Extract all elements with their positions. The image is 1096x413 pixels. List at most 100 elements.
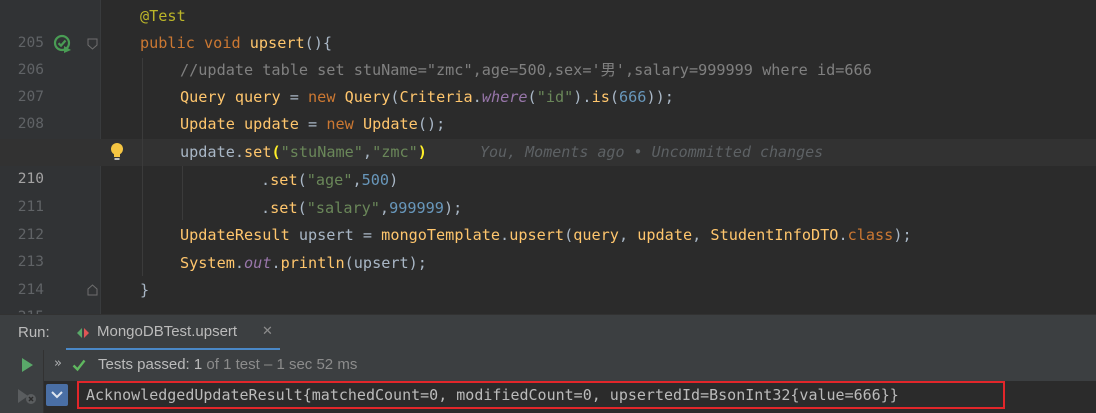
code-token: . <box>234 143 245 161</box>
code-token: . <box>271 254 281 272</box>
code-line-206[interactable]: 206 public void upsert(){ <box>0 30 1096 78</box>
code-content[interactable]: UpdateResult upsert = mongoTemplate.upse… <box>180 222 912 249</box>
code-token: 999999 <box>389 199 444 217</box>
code-token: ( <box>390 88 400 106</box>
code-editor[interactable]: 205 @Test 206 public void upsert(){ 207 … <box>0 0 1096 325</box>
code-token: = <box>298 115 327 133</box>
code-token: , <box>352 171 362 189</box>
code-token: where <box>481 88 528 106</box>
code-token: } <box>140 281 150 299</box>
code-token: ( <box>609 88 620 106</box>
code-line-213[interactable]: 213 UpdateResult upsert = mongoTemplate.… <box>0 222 1096 270</box>
code-token: . <box>234 254 245 272</box>
code-token: System <box>180 254 235 272</box>
lightbulb-icon[interactable] <box>109 142 125 162</box>
tab-label: MongoDBTest.upsert <box>97 323 238 340</box>
code-content[interactable]: .set("salary",999999); <box>261 195 462 222</box>
code-token: upsert <box>249 34 305 52</box>
code-content[interactable]: } <box>140 277 149 304</box>
code-token: Criteria <box>399 88 473 106</box>
code-token: "salary" <box>306 199 380 217</box>
code-token: "id" <box>536 88 574 106</box>
code-token: Query <box>344 88 391 106</box>
check-icon <box>72 359 86 372</box>
code-token: . <box>261 171 271 189</box>
code-token: . <box>261 199 271 217</box>
code-token: (upsert); <box>344 254 427 272</box>
expand-icon[interactable] <box>46 384 68 406</box>
code-token: ( <box>297 171 307 189</box>
code-line-214[interactable]: 214 System.out.println(upsert); <box>0 250 1096 298</box>
code-token: upsert = <box>289 226 382 244</box>
code-line-212[interactable]: 212 .set("salary",999999); <box>0 195 1096 243</box>
code-line-211[interactable]: 211 .set("age",500) <box>0 167 1096 215</box>
indent-guide <box>182 166 183 220</box>
close-icon[interactable]: ✕ <box>262 324 273 339</box>
code-token: is <box>591 88 610 106</box>
tab-mongodbtest-upsert[interactable]: MongoDBTest.upsert ✕ <box>66 315 280 351</box>
code-content[interactable]: //update table set stuName="zmc",age=500… <box>180 57 872 84</box>
code-content[interactable]: .set("age",500) <box>261 167 398 194</box>
code-token: out <box>244 254 272 272</box>
code-token: . <box>500 226 510 244</box>
code-token: UpdateResult <box>180 226 290 244</box>
code-line-215[interactable]: 215 } <box>0 277 1096 325</box>
code-token: ( <box>297 199 307 217</box>
code-token: "zmc" <box>372 143 418 161</box>
code-content[interactable]: Update update = new Update(); <box>180 111 445 138</box>
code-line-207[interactable]: 207 //update table set stuName="zmc",age… <box>0 57 1096 105</box>
code-token: , <box>362 143 373 161</box>
chevron-double-right-icon[interactable]: » <box>54 356 62 371</box>
rerun-icon[interactable] <box>19 357 35 373</box>
code-token: Update <box>180 115 235 133</box>
code-token: //update table set stuName="zmc",age=500… <box>180 61 872 79</box>
code-token: ); <box>443 199 463 217</box>
code-token: set <box>244 143 272 161</box>
code-token: ) <box>389 171 399 189</box>
code-content[interactable]: Query query = new Query(Criteria.where("… <box>180 84 674 111</box>
code-token: set <box>270 199 298 217</box>
console-output-line[interactable]: AcknowledgedUpdateResult{matchedCount=0,… <box>86 383 899 407</box>
tests-passed-detail: of 1 test – 1 sec 52 ms <box>206 356 358 373</box>
code-line-210[interactable]: 210 update.set("stuName","zmc") You, Mom… <box>0 139 1096 187</box>
run-toolwindow-header: Run: MongoDBTest.upsert ✕ <box>0 314 1096 351</box>
code-token: , <box>379 199 390 217</box>
tests-passed-status: Tests passed: 1 of 1 test – 1 sec 52 ms <box>98 356 357 373</box>
code-token: class <box>847 226 894 244</box>
code-token: 500 <box>361 171 390 189</box>
code-line-205[interactable]: 205 @Test <box>0 3 1096 51</box>
code-line-208[interactable]: 208 Query query = new Query(Criteria.whe… <box>0 84 1096 132</box>
test-config-icon <box>77 328 89 338</box>
code-token: 666 <box>619 88 647 106</box>
code-token: upsert <box>509 226 565 244</box>
chevron-down-icon <box>51 391 63 399</box>
fold-marker-icon[interactable] <box>87 38 98 50</box>
code-token: (); <box>417 115 446 133</box>
code-token: )); <box>646 88 674 106</box>
code-token: ) <box>417 143 427 161</box>
code-token: "age" <box>306 171 353 189</box>
git-blame-annotation: You, Moments ago • Uncommitted changes <box>480 143 824 161</box>
code-token: update <box>244 115 299 133</box>
code-token: ( <box>564 226 574 244</box>
rerun-failed-icon[interactable] <box>16 386 38 406</box>
code-content[interactable]: System.out.println(upsert); <box>180 250 427 277</box>
code-content[interactable]: update.set("stuName","zmc") <box>180 139 427 166</box>
code-token: = <box>280 88 309 106</box>
code-content[interactable]: public void upsert(){ <box>140 30 332 57</box>
tests-passed-count: 1 <box>193 356 203 373</box>
run-test-icon[interactable] <box>53 34 73 54</box>
tests-passed-label: Tests passed: <box>98 356 190 373</box>
test-status-row: » Tests passed: 1 of 1 test – 1 sec 52 m… <box>44 350 1096 381</box>
code-line-209[interactable]: 209 Update update = new Update(); <box>0 111 1096 159</box>
code-token: (){ <box>304 34 333 52</box>
indent-guide <box>142 58 143 276</box>
fold-marker-icon[interactable] <box>87 284 98 296</box>
code-content[interactable]: @Test <box>140 3 186 30</box>
code-token: Query <box>180 88 226 106</box>
code-token: , <box>618 226 638 244</box>
code-token: @Test <box>140 7 186 25</box>
